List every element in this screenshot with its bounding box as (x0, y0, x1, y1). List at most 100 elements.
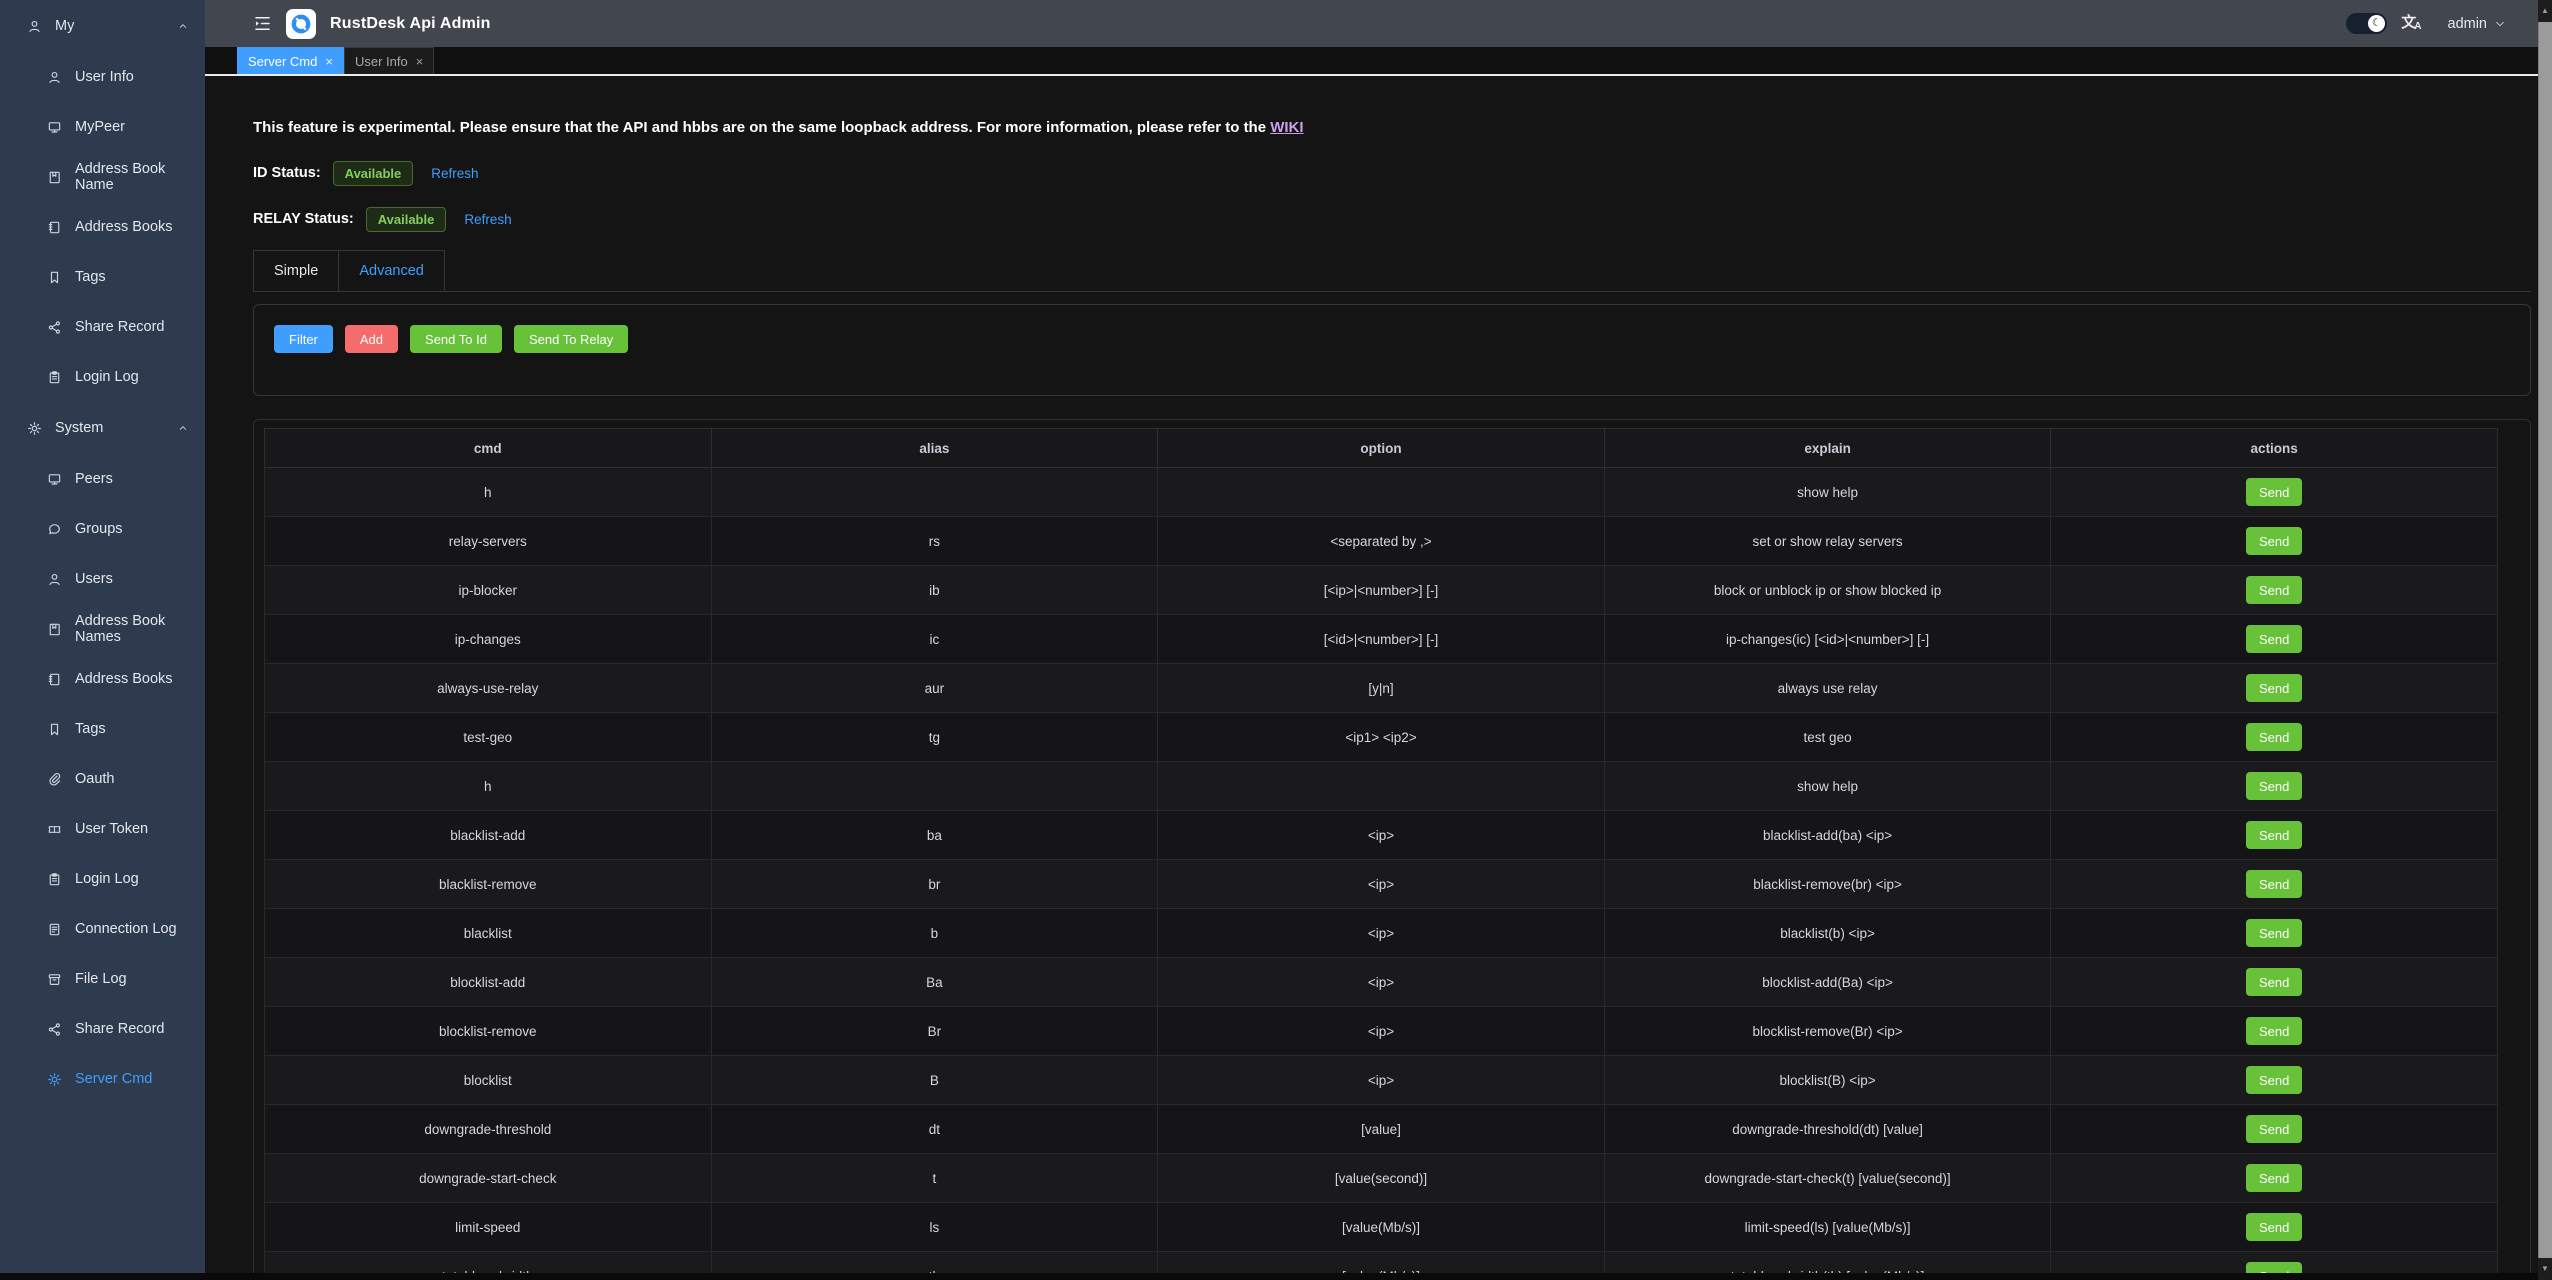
send-to-relay-button[interactable]: Send To Relay (514, 325, 628, 353)
table-row: blacklist-addba<ip>blacklist-add(ba) <ip… (265, 811, 2498, 860)
send-to-id-button[interactable]: Send To Id (410, 325, 502, 353)
filter-button[interactable]: Filter (274, 325, 333, 353)
table-cell: b (711, 909, 1158, 958)
sidebar-item-server-cmd[interactable]: Server Cmd (0, 1054, 205, 1104)
sidebar-item-connection-log[interactable]: Connection Log (0, 904, 205, 954)
sidebar-item-groups[interactable]: Groups (0, 504, 205, 554)
sidebar-item-user-token[interactable]: User Token (0, 804, 205, 854)
experimental-notice: This feature is experimental. Please ens… (253, 119, 2531, 136)
table-cell: h (265, 762, 712, 811)
send-button[interactable]: Send (2246, 527, 2302, 555)
sidebar-item-login-log[interactable]: Login Log (0, 352, 205, 402)
ticket-icon (47, 822, 62, 837)
tab-server-cmd[interactable]: Server Cmd× (237, 47, 344, 74)
send-button[interactable]: Send (2246, 674, 2302, 702)
send-button[interactable]: Send (2246, 772, 2302, 800)
table-cell: downgrade-start-check (265, 1154, 712, 1203)
sidebar-section-system[interactable]: System (0, 402, 205, 454)
table-cell: show help (1604, 468, 2051, 517)
translate-icon[interactable]: 文A (2401, 15, 2421, 32)
send-button[interactable]: Send (2246, 821, 2302, 849)
table-cell (1158, 468, 1605, 517)
relay-refresh-link[interactable]: Refresh (464, 212, 511, 227)
scroll-up-icon[interactable]: ▲ (2538, 0, 2552, 22)
send-button[interactable]: Send (2246, 576, 2302, 604)
table-cell: downgrade-threshold (265, 1105, 712, 1154)
table-cell-actions: Send (2051, 1154, 2498, 1203)
tab-simple[interactable]: Simple (253, 250, 339, 291)
sidebar-item-users[interactable]: Users (0, 554, 205, 604)
sidebar-section-my[interactable]: My (0, 0, 205, 52)
table-row: test-geotg<ip1> <ip2>test geoSend (265, 713, 2498, 762)
table-cell: dt (711, 1105, 1158, 1154)
sidebar-item-file-log[interactable]: File Log (0, 954, 205, 1004)
send-button[interactable]: Send (2246, 1017, 2302, 1045)
sidebar-item-address-book-name[interactable]: Address Book Name (0, 152, 205, 202)
sidebar-nav: MyUser InfoMyPeerAddress Book NameAddres… (0, 0, 205, 1104)
moon-icon: ☾ (2368, 15, 2385, 32)
bookmark-icon (47, 722, 62, 737)
table-cell: block or unblock ip or show blocked ip (1604, 566, 2051, 615)
close-icon[interactable]: × (325, 55, 333, 68)
tab-user-info[interactable]: User Info× (344, 47, 434, 74)
scroll-down-icon[interactable]: ▼ (2538, 1258, 2552, 1280)
tab-advanced[interactable]: Advanced (339, 250, 445, 291)
table-cell: downgrade-threshold(dt) [value] (1604, 1105, 2051, 1154)
table-row: always-use-relayaur[y|n]always use relay… (265, 664, 2498, 713)
toolbar-panel: Filter Add Send To Id Send To Relay (253, 304, 2531, 396)
table-cell: [y|n] (1158, 664, 1605, 713)
sidebar-item-share-record[interactable]: Share Record (0, 1004, 205, 1054)
send-button[interactable]: Send (2246, 919, 2302, 947)
user-menu[interactable]: admin (2448, 16, 2507, 32)
sidebar: MyUser InfoMyPeerAddress Book NameAddres… (0, 0, 205, 1274)
table-cell-actions: Send (2051, 566, 2498, 615)
sidebar-item-mypeer[interactable]: MyPeer (0, 102, 205, 152)
close-icon[interactable]: × (416, 55, 424, 68)
gear-icon (27, 421, 42, 436)
table-cell: Br (711, 1007, 1158, 1056)
table-row: relay-serversrs<separated by ,>set or sh… (265, 517, 2498, 566)
fold-menu-icon[interactable] (253, 14, 272, 33)
sidebar-item-tags[interactable]: Tags (0, 704, 205, 754)
scrollbar-thumb[interactable] (2538, 22, 2552, 1258)
vertical-scrollbar[interactable]: ▲ ▼ (2538, 0, 2552, 1280)
table-cell-actions: Send (2051, 468, 2498, 517)
id-refresh-link[interactable]: Refresh (431, 166, 478, 181)
send-button[interactable]: Send (2246, 478, 2302, 506)
col-alias: alias (711, 429, 1158, 468)
table-cell: t (711, 1154, 1158, 1203)
wiki-link[interactable]: WIKI (1270, 119, 1303, 136)
table-cell: <ip> (1158, 958, 1605, 1007)
table-cell: ba (711, 811, 1158, 860)
send-button[interactable]: Send (2246, 625, 2302, 653)
add-button[interactable]: Add (345, 325, 398, 353)
send-button[interactable]: Send (2246, 870, 2302, 898)
sidebar-item-label: Login Log (75, 369, 139, 385)
table-row: downgrade-thresholddt[value]downgrade-th… (265, 1105, 2498, 1154)
sidebar-item-share-record[interactable]: Share Record (0, 302, 205, 352)
send-button[interactable]: Send (2246, 1213, 2302, 1241)
sidebar-item-user-info[interactable]: User Info (0, 52, 205, 102)
send-button[interactable]: Send (2246, 1066, 2302, 1094)
main-area: RustDesk Api Admin ☾ 文A admin Server Cmd… (205, 0, 2552, 1280)
send-button[interactable]: Send (2246, 1164, 2302, 1192)
table-row: blocklist-addBa<ip>blocklist-add(Ba) <ip… (265, 958, 2498, 1007)
rustdesk-logo (286, 9, 316, 39)
table-cell: [value] (1158, 1105, 1605, 1154)
col-explain: explain (1604, 429, 2051, 468)
sidebar-item-login-log[interactable]: Login Log (0, 854, 205, 904)
sidebar-item-address-books[interactable]: Address Books (0, 202, 205, 252)
cmd-table: cmd alias option explain actions hshow h… (264, 428, 2498, 1279)
dark-mode-toggle[interactable]: ☾ (2346, 13, 2387, 34)
sidebar-item-address-books[interactable]: Address Books (0, 654, 205, 704)
bookmark-icon (47, 270, 62, 285)
sidebar-item-peers[interactable]: Peers (0, 454, 205, 504)
sidebar-item-label: Address Book Names (75, 613, 205, 645)
sidebar-item-oauth[interactable]: Oauth (0, 754, 205, 804)
send-button[interactable]: Send (2246, 723, 2302, 751)
send-button[interactable]: Send (2246, 1115, 2302, 1143)
sidebar-item-address-book-names[interactable]: Address Book Names (0, 604, 205, 654)
sidebar-item-tags[interactable]: Tags (0, 252, 205, 302)
relay-status-row: RELAY Status: Available Refresh (253, 206, 2531, 232)
send-button[interactable]: Send (2246, 968, 2302, 996)
